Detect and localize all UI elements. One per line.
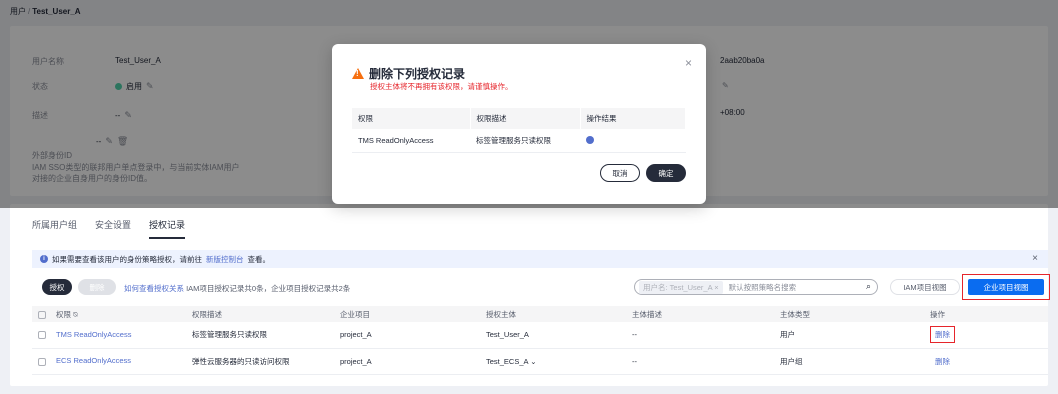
select-all-checkbox[interactable] (38, 310, 46, 319)
tab-grants[interactable]: 授权记录 (149, 218, 186, 239)
close-icon[interactable]: × (1032, 253, 1038, 264)
notice-text: 如果需要查看该用户的身份策略授权，请前往 (52, 254, 202, 264)
grants-table: 权限 ⍉ 权限描述 企业项目 授权主体 主体描述 主体类型 操作 TMS Rea… (32, 306, 1048, 375)
search-input[interactable]: 用户名: Test_User_A × 默认按照策略名搜索 ⌕ (634, 279, 878, 295)
notice-tail: 查看。 (247, 254, 271, 264)
info-icon: i (40, 255, 48, 263)
tab-bar: 所属用户组 安全设置 授权记录 (32, 218, 186, 239)
summary-text: IAM项目授权记录共0条，企业项目授权记录共2条 (186, 284, 351, 293)
highlight-box: 删除 (930, 326, 955, 344)
dialog-title-row: 删除下列授权记录 (352, 65, 465, 82)
iam-view-button[interactable]: IAM项目视图 (890, 279, 960, 295)
row-principal: Test_ECS_A (486, 356, 529, 366)
row-project: project_A (334, 322, 480, 349)
row-ptype: 用户 (774, 322, 924, 349)
col-desc: 权限描述 (186, 306, 334, 322)
row-desc: 弹性云服务器的只读访问权限 (186, 348, 334, 375)
row-pdesc: -- (626, 348, 774, 375)
table-row: TMS ReadOnlyAccess 标签管理服务只读权限 project_A … (32, 322, 1048, 349)
loading-icon (586, 135, 594, 144)
row-delete-link[interactable]: 删除 (935, 357, 950, 366)
filter-chip[interactable]: 用户名: Test_User_A × (639, 280, 723, 294)
toolbar: 授权 删除 如何查看授权关系 IAM项目授权记录共0条，企业项目授权记录共2条 … (32, 274, 1050, 300)
row-ptype: 用户组 (774, 348, 924, 375)
col-principal: 授权主体 (480, 306, 626, 322)
search-placeholder: 默认按照策略名搜索 (728, 282, 797, 292)
row-desc: 标签管理服务只读权限 (186, 322, 334, 349)
dialog-subtitle: 授权主体将不再拥有该权限，请谨慎操作。 (370, 82, 513, 91)
col-action: 操作 (924, 306, 1048, 322)
confirm-button[interactable]: 确定 (646, 164, 686, 182)
dlg-col-permission: 权限 (352, 108, 471, 129)
grant-button[interactable]: 授权 (42, 279, 72, 295)
row-delete-link[interactable]: 删除 (935, 330, 950, 339)
filter-icon[interactable]: ⍉ (73, 310, 78, 319)
enterprise-view-button[interactable]: 企业项目视图 (968, 279, 1044, 295)
col-permission: 权限 (56, 309, 71, 319)
col-project: 企业项目 (334, 306, 480, 322)
tab-groups[interactable]: 所属用户组 (32, 218, 77, 239)
row-checkbox[interactable] (38, 331, 46, 340)
permission-link[interactable]: TMS ReadOnlyAccess (56, 330, 131, 339)
delete-button[interactable]: 删除 (78, 279, 116, 295)
notice-bar: i 如果需要查看该用户的身份策略授权，请前往 新版控制台 查看。 × (32, 250, 1048, 268)
delete-dialog: 删除下列授权记录 授权主体将不再拥有该权限，请谨慎操作。 × 权限 权限描述 操… (332, 44, 706, 204)
dlg-row-desc: 标签管理服务只读权限 (470, 129, 580, 153)
col-pdesc: 主体描述 (626, 306, 774, 322)
search-icon[interactable]: ⌕ (866, 281, 871, 292)
row-principal: Test_User_A (480, 322, 626, 349)
chevron-down-icon[interactable]: ⌄ (528, 357, 536, 366)
dialog-title: 删除下列授权记录 (369, 67, 466, 81)
close-icon[interactable]: × (685, 56, 692, 70)
col-ptype: 主体类型 (774, 306, 924, 322)
tab-security[interactable]: 安全设置 (95, 218, 131, 239)
row-project: project_A (334, 348, 480, 375)
row-pdesc: -- (626, 322, 774, 349)
dlg-col-desc: 权限描述 (470, 108, 581, 129)
row-checkbox[interactable] (38, 357, 46, 366)
how-to-link[interactable]: 如何查看授权关系 (124, 284, 184, 293)
cancel-button[interactable]: 取消 (600, 164, 640, 182)
dialog-table: 权限 权限描述 操作结果 TMS ReadOnlyAccess 标签管理服务只读… (352, 108, 686, 153)
permission-link[interactable]: ECS ReadOnlyAccess (56, 356, 131, 365)
dlg-row-permission: TMS ReadOnlyAccess (352, 129, 470, 153)
toolbar-summary: 如何查看授权关系 IAM项目授权记录共0条，企业项目授权记录共2条 (124, 283, 350, 294)
table-row: TMS ReadOnlyAccess 标签管理服务只读权限 (352, 129, 686, 153)
table-row: ECS ReadOnlyAccess 弹性云服务器的只读访问权限 project… (32, 348, 1048, 375)
tab-card: 所属用户组 安全设置 授权记录 i 如果需要查看该用户的身份策略授权，请前往 新版… (10, 204, 1050, 386)
notice-link[interactable]: 新版控制台 (206, 254, 244, 265)
warning-icon (352, 68, 364, 79)
dlg-col-result: 操作结果 (580, 108, 686, 129)
